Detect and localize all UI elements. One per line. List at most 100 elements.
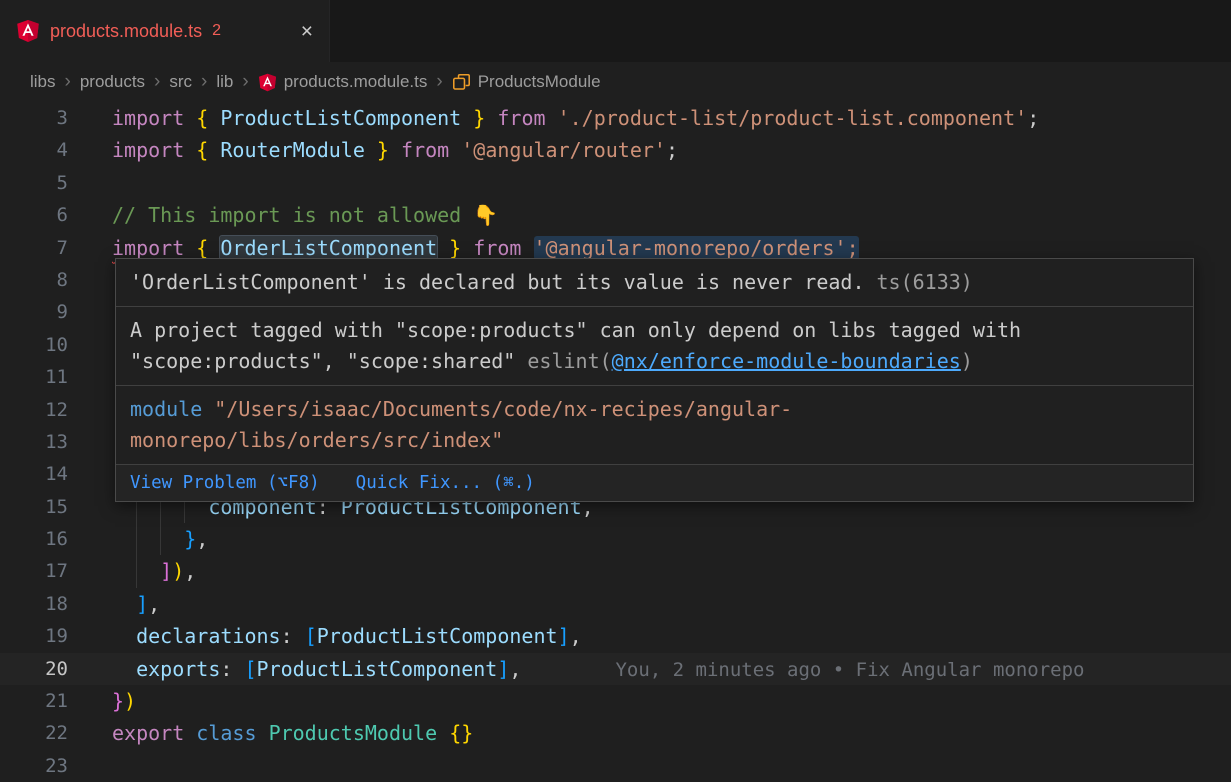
code-line-5[interactable]: 5 bbox=[0, 167, 1231, 199]
code-token: export bbox=[112, 721, 184, 745]
line-number: 19 bbox=[0, 620, 68, 652]
ts-error-code: ts(6133) bbox=[877, 270, 973, 294]
module-path-line2: monorepo/libs/orders/src/index" bbox=[130, 428, 503, 452]
line-number: 7 bbox=[0, 232, 68, 264]
code-token: } bbox=[184, 527, 196, 551]
code-token bbox=[112, 527, 184, 551]
code-line-18[interactable]: 18 ], bbox=[0, 588, 1231, 620]
code-line-16[interactable]: 16 }, bbox=[0, 523, 1231, 555]
code-token: ] bbox=[558, 624, 570, 648]
code-token: ; bbox=[1027, 106, 1039, 130]
code-line-20[interactable]: 20 exports: [ProductListComponent],You, … bbox=[0, 653, 1231, 685]
line-number: 18 bbox=[0, 588, 68, 620]
line-number: 10 bbox=[0, 329, 68, 361]
close-icon[interactable]: × bbox=[301, 21, 313, 42]
line-number: 5 bbox=[0, 167, 68, 199]
code-token: ; bbox=[666, 138, 678, 162]
code-token bbox=[449, 138, 461, 162]
code-line-17[interactable]: 17 ]), bbox=[0, 555, 1231, 587]
breadcrumb-label: lib bbox=[216, 72, 233, 92]
breadcrumb-item-lib[interactable]: lib bbox=[216, 72, 233, 92]
code-token: 👇 bbox=[473, 203, 498, 227]
code-token bbox=[184, 236, 196, 260]
code-token: , bbox=[196, 527, 208, 551]
tab-problems-badge: 2 bbox=[212, 22, 221, 40]
line-number: 20 bbox=[0, 653, 68, 685]
code-token: ) bbox=[172, 559, 184, 583]
code-token: '@angular/router' bbox=[461, 138, 666, 162]
code-token: ] bbox=[497, 657, 509, 681]
code-token: , bbox=[184, 559, 196, 583]
eslint-rule-link[interactable]: @nx/enforce-module-boundaries bbox=[612, 349, 961, 373]
code-line-3[interactable]: 3import { ProductListComponent } from '.… bbox=[0, 102, 1231, 134]
code-token bbox=[485, 106, 497, 130]
code-token bbox=[184, 138, 196, 162]
code-line-4[interactable]: 4import { RouterModule } from '@angular/… bbox=[0, 134, 1231, 166]
line-number: 4 bbox=[0, 134, 68, 166]
vscode-editor-window: { "colors":{ "accent_blue":"#3794ff","er… bbox=[0, 0, 1231, 780]
code-line-23[interactable]: 23 bbox=[0, 750, 1231, 782]
breadcrumb-item-src[interactable]: src bbox=[169, 72, 192, 92]
error-squiggle-range: import { OrderListComponent } from '@ang… bbox=[112, 236, 859, 260]
indent-guide bbox=[160, 523, 161, 555]
code-token: OrderListComponent bbox=[220, 236, 437, 260]
ts-message: 'OrderListComponent' is declared but its… bbox=[130, 270, 865, 294]
line-number: 21 bbox=[0, 685, 68, 717]
line-number: 3 bbox=[0, 102, 68, 134]
code-token: from bbox=[401, 138, 449, 162]
line-number: 9 bbox=[0, 296, 68, 328]
class-symbol-icon bbox=[452, 73, 471, 92]
breadcrumb-label: ProductsModule bbox=[478, 72, 601, 92]
code-token: RouterModule bbox=[220, 138, 365, 162]
code-token bbox=[184, 106, 196, 130]
line-number: 14 bbox=[0, 458, 68, 490]
hover-popup: 'OrderListComponent' is declared but its… bbox=[115, 258, 1194, 502]
breadcrumb-item-productsmodule[interactable]: ProductsModule bbox=[452, 72, 601, 92]
breadcrumb-label: src bbox=[169, 72, 192, 92]
code-token: [ bbox=[244, 657, 256, 681]
code-token: from bbox=[497, 106, 545, 130]
code-line-21[interactable]: 21}) bbox=[0, 685, 1231, 717]
hover-actions: View Problem (⌥F8) Quick Fix... (⌘.) bbox=[116, 465, 1193, 501]
code-line-6[interactable]: 6// This import is not allowed 👇 bbox=[0, 199, 1231, 231]
code-token bbox=[437, 721, 449, 745]
code-token: : bbox=[281, 624, 305, 648]
view-problem-action[interactable]: View Problem (⌥F8) bbox=[130, 473, 320, 493]
code-token: {} bbox=[449, 721, 473, 745]
breadcrumb: libs›products›src›lib›products.module.ts… bbox=[0, 62, 1231, 102]
line-number: 23 bbox=[0, 750, 68, 782]
line-number: 22 bbox=[0, 717, 68, 749]
code-token: import bbox=[112, 106, 184, 130]
code-line-22[interactable]: 22 export class ProductsModule {} bbox=[0, 717, 1231, 749]
breadcrumb-item-products-module-ts[interactable]: products.module.ts bbox=[258, 72, 428, 92]
code-editor[interactable]: 3import { ProductListComponent } from '.… bbox=[0, 102, 1231, 780]
code-token: ProductListComponent bbox=[220, 106, 461, 130]
code-token: ] bbox=[136, 592, 148, 616]
angular-icon bbox=[16, 19, 40, 43]
code-token bbox=[112, 657, 136, 681]
code-token: class bbox=[196, 721, 256, 745]
code-token bbox=[257, 721, 269, 745]
tab-products-module-ts[interactable]: products.module.ts 2 × bbox=[0, 0, 330, 62]
quick-fix-action[interactable]: Quick Fix... (⌘.) bbox=[356, 473, 535, 493]
code-token: import bbox=[112, 138, 184, 162]
breadcrumb-label: products bbox=[80, 72, 145, 92]
code-token: { bbox=[196, 106, 220, 130]
breadcrumb-label: libs bbox=[30, 72, 56, 92]
breadcrumb-item-products[interactable]: products bbox=[80, 72, 145, 92]
eslint-message-line1: A project tagged with "scope:products" c… bbox=[130, 318, 1021, 342]
line-number: 8 bbox=[0, 264, 68, 296]
code-token bbox=[184, 721, 196, 745]
code-token: exports bbox=[136, 657, 220, 681]
angular-icon bbox=[258, 73, 277, 92]
indent-guide bbox=[136, 555, 137, 587]
code-token: declarations bbox=[136, 624, 281, 648]
code-token: [ bbox=[305, 624, 317, 648]
eslint-source-close: ) bbox=[961, 349, 973, 373]
code-token: { bbox=[196, 236, 220, 260]
code-token bbox=[546, 106, 558, 130]
breadcrumb-item-libs[interactable]: libs bbox=[30, 72, 56, 92]
code-token: ProductsModule bbox=[269, 721, 438, 745]
hover-eslint-diagnostic: A project tagged with "scope:products" c… bbox=[116, 307, 1193, 386]
code-line-19[interactable]: 19 declarations: [ProductListComponent], bbox=[0, 620, 1231, 652]
